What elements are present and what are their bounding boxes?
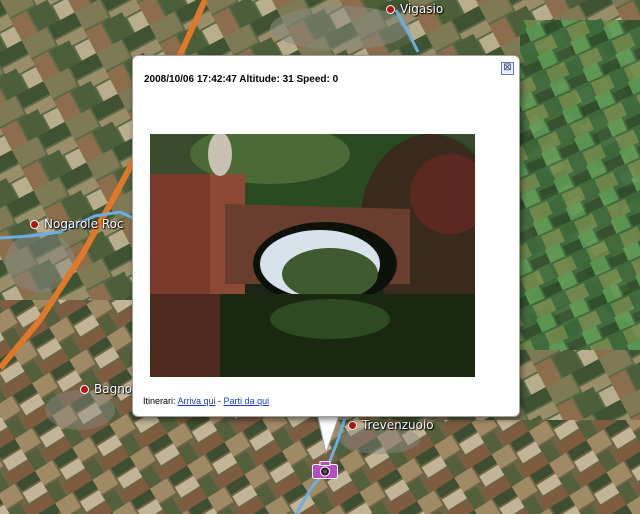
place-dot-icon bbox=[80, 384, 89, 394]
camera-icon[interactable] bbox=[312, 461, 338, 479]
place-label: Trevenzuolo bbox=[362, 418, 434, 432]
photo-thumbnail[interactable] bbox=[150, 134, 475, 377]
directions-row: Itinerari: Arriva qui - Parti da qui bbox=[143, 396, 269, 406]
gps-info-text: 2008/10/06 17:42:47 Altitude: 31 Speed: … bbox=[144, 74, 339, 85]
place-marker-vigasio[interactable]: Vigasio bbox=[386, 2, 443, 16]
place-marker-bagno[interactable]: Bagno bbox=[80, 382, 132, 396]
directions-label: Itinerari: bbox=[143, 396, 176, 406]
place-dot-icon bbox=[348, 420, 357, 430]
info-balloon: ⊠ 2008/10/06 17:42:47 Altitude: 31 Speed… bbox=[132, 55, 520, 417]
arrive-here-link[interactable]: Arriva qui bbox=[178, 396, 216, 406]
place-dot-icon bbox=[30, 219, 39, 229]
place-dot-icon bbox=[386, 4, 395, 14]
link-separator: - bbox=[215, 396, 224, 406]
place-marker-trevenzuolo[interactable]: Trevenzuolo bbox=[348, 418, 434, 432]
place-label: Nogarole Roc bbox=[44, 217, 124, 231]
close-icon[interactable]: ⊠ bbox=[501, 62, 514, 75]
place-label: Vigasio bbox=[400, 2, 444, 16]
place-marker-nogarole[interactable]: Nogarole Roc bbox=[30, 217, 124, 231]
place-label: Bagno bbox=[94, 382, 133, 396]
depart-here-link[interactable]: Parti da qui bbox=[224, 396, 270, 406]
balloon-pointer bbox=[316, 413, 341, 455]
